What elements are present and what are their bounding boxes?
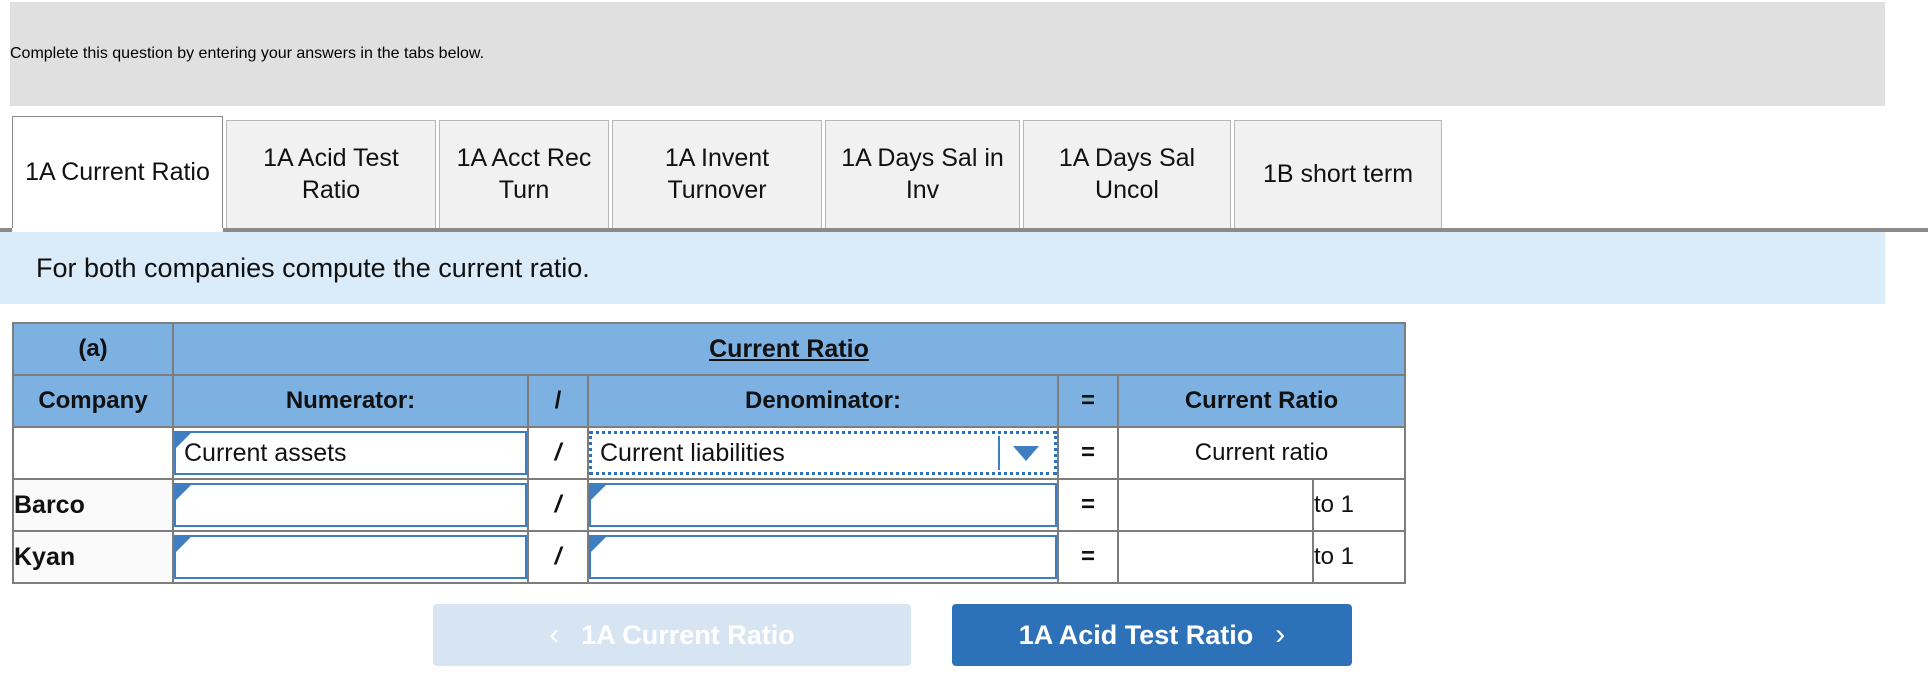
table-title-row: (a) Current Ratio	[12, 322, 1406, 376]
denominator-input-2[interactable]	[589, 535, 1057, 579]
denominator-input-1[interactable]	[589, 483, 1057, 527]
cell-marker-icon	[176, 537, 191, 552]
row-slash: /	[527, 426, 589, 480]
chevron-down-icon[interactable]	[998, 436, 1052, 470]
row-result: Current ratio	[1117, 426, 1406, 480]
group-label-cell: (a)	[12, 322, 174, 376]
header-result: Current Ratio	[1117, 374, 1406, 428]
tab-list: 1A Current Ratio 1A Acid Test Ratio 1A A…	[12, 116, 1445, 228]
header-slash: /	[527, 374, 589, 428]
tab-label: 1B short term	[1262, 159, 1414, 188]
header-denominator: Denominator:	[587, 374, 1059, 428]
tab-label: 1A Acct Rec Turn	[456, 144, 592, 204]
tab-label: 1A Current Ratio	[25, 157, 210, 186]
tab-strip: 1A Current Ratio 1A Acid Test Ratio 1A A…	[0, 116, 1928, 232]
row-result[interactable]	[1117, 478, 1314, 532]
current-ratio-table: (a) Current Ratio Company Numerator: / D…	[12, 322, 1406, 584]
row-denominator-cell	[587, 530, 1059, 584]
tab-label: 1A Days Sal in Inv	[841, 144, 1004, 204]
next-tab-label: 1A Acid Test Ratio	[1018, 619, 1254, 650]
cell-marker-icon	[176, 433, 191, 448]
numerator-input-1[interactable]	[174, 483, 527, 527]
header-equals: =	[1057, 374, 1119, 428]
header-numerator: Numerator:	[172, 374, 529, 428]
row-slash: /	[527, 478, 589, 532]
denominator-dropdown-0[interactable]: Current liabilities	[589, 431, 1057, 475]
cell-marker-icon	[591, 537, 606, 552]
row-company-label	[12, 426, 174, 480]
table-title: Current Ratio	[709, 334, 869, 363]
tab-label: 1A Invent Turnover	[664, 144, 770, 204]
instruction-text: For both companies compute the current r…	[36, 252, 590, 283]
row-company-label: Kyan	[12, 530, 174, 584]
cell-marker-icon	[176, 485, 191, 500]
tab-label: 1A Acid Test Ratio	[263, 144, 399, 204]
navigation-bar: ‹ 1A Current Ratio 1A Acid Test Ratio ›	[0, 604, 1400, 684]
numerator-input-value: Current assets	[184, 438, 347, 467]
row-result[interactable]	[1117, 530, 1314, 584]
chevron-right-icon: ›	[1275, 618, 1286, 651]
tab-1a-days-sal-uncol[interactable]: 1A Days Sal Uncol	[1023, 120, 1231, 228]
tab-1a-invent-turnover[interactable]: 1A Invent Turnover	[612, 120, 822, 228]
denominator-selected-value: Current liabilities	[600, 438, 785, 467]
row-numerator-cell: Current assets	[172, 426, 529, 480]
row-slash: /	[527, 530, 589, 584]
previous-tab-label: 1A Current Ratio	[581, 619, 795, 650]
header-company: Company	[12, 374, 174, 428]
row-numerator-cell	[172, 530, 529, 584]
table-header-row: Company Numerator: / Denominator: = Curr…	[12, 374, 1406, 428]
row-equals: =	[1057, 530, 1119, 584]
numerator-input-0[interactable]: Current assets	[174, 431, 527, 475]
row-equals: =	[1057, 426, 1119, 480]
previous-tab-button[interactable]: ‹ 1A Current Ratio	[433, 604, 911, 666]
table-row: Barco / = to 1	[12, 478, 1406, 532]
row-denominator-cell: Current liabilities	[587, 426, 1059, 480]
row-denominator-cell	[587, 478, 1059, 532]
tab-1a-acct-rec-turn[interactable]: 1A Acct Rec Turn	[439, 120, 609, 228]
tab-1a-acid-test-ratio[interactable]: 1A Acid Test Ratio	[226, 120, 436, 228]
banner-text: Complete this question by entering your …	[10, 45, 485, 62]
tab-label: 1A Days Sal Uncol	[1058, 144, 1196, 204]
row-numerator-cell	[172, 478, 529, 532]
tab-1b-short-term[interactable]: 1B short term	[1234, 120, 1442, 228]
row-equals: =	[1057, 478, 1119, 532]
next-tab-button[interactable]: 1A Acid Test Ratio ›	[952, 604, 1352, 666]
numerator-input-2[interactable]	[174, 535, 527, 579]
tab-1a-days-sal-in-inv[interactable]: 1A Days Sal in Inv	[825, 120, 1020, 228]
question-banner: Complete this question by entering your …	[10, 2, 1885, 106]
row-result-suffix: to 1	[1312, 478, 1406, 532]
table-row: Current assets / Current liabilities = C…	[12, 426, 1406, 480]
tab-1a-current-ratio[interactable]: 1A Current Ratio	[12, 116, 223, 228]
caret-glyph	[1013, 445, 1039, 461]
table-title-cell: Current Ratio	[172, 322, 1406, 376]
instruction-band: For both companies compute the current r…	[0, 232, 1885, 304]
row-result-suffix: to 1	[1312, 530, 1406, 584]
cell-marker-icon	[591, 485, 606, 500]
table-row: Kyan / = to 1	[12, 530, 1406, 584]
chevron-left-icon: ‹	[549, 618, 560, 651]
row-company-label: Barco	[12, 478, 174, 532]
